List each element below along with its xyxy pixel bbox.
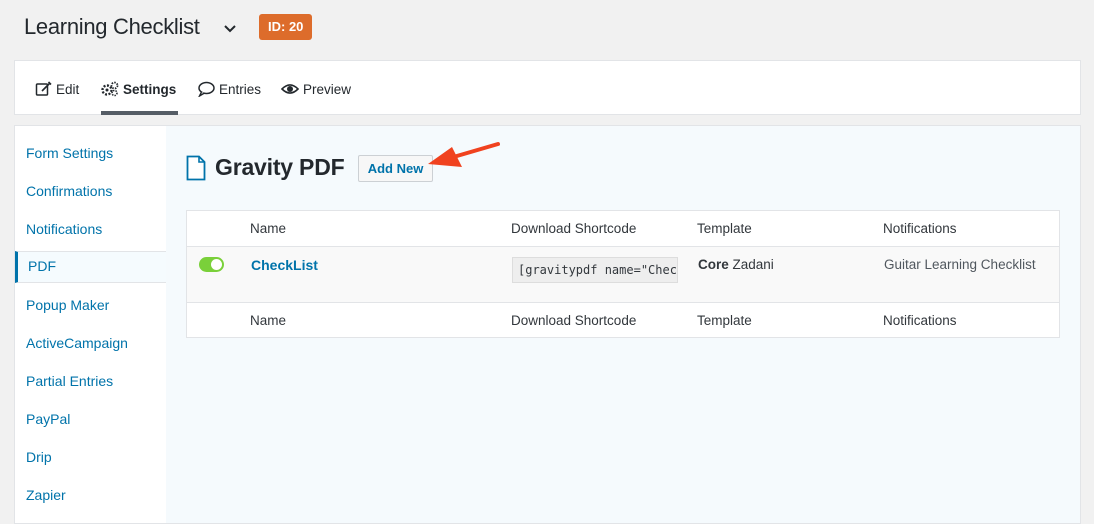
edit-icon [35,81,52,96]
column-header-notifications: Notifications [883,221,957,236]
sidebar-item-confirmations[interactable]: Confirmations [26,181,112,201]
sidebar-item-label: PDF [28,258,56,274]
column-footer-notifications: Notifications [883,313,957,328]
tab-entries[interactable]: Entries [197,81,261,97]
tab-edit[interactable]: Edit [35,81,79,97]
eye-icon [281,84,299,94]
sidebar-item-activecampaign[interactable]: ActiveCampaign [26,333,128,353]
comment-icon [198,81,215,97]
column-footer-shortcode: Download Shortcode [511,313,637,328]
red-arrow-annotation [428,142,500,167]
column-header-shortcode: Download Shortcode [511,221,637,236]
gears-icon [101,81,119,97]
template-name: Zadani [732,257,774,272]
column-header-template: Template [697,221,752,236]
document-icon [186,155,206,181]
tab-label: Settings [123,81,177,97]
tab-preview[interactable]: Preview [281,81,351,97]
column-header-name: Name [250,221,287,236]
pdf-name-link[interactable]: CheckList [251,257,318,273]
chevron-down-icon[interactable] [222,20,238,36]
sidebar-item-partial-entries[interactable]: Partial Entries [26,371,113,391]
form-tabs: Edit Settings Entries Preview [14,60,1081,115]
table-row: CheckList [gravitypdf name="CheckList" C… [187,247,1059,303]
column-footer-name: Name [250,313,287,328]
form-title[interactable]: Learning Checklist [24,14,200,40]
pdf-active-toggle[interactable] [199,257,224,272]
settings-sidebar: Form Settings Confirmations Notification… [14,125,181,524]
tab-label: Edit [56,81,80,97]
table-footer: Name Download Shortcode Template Notific… [187,303,1059,338]
template-group: Core [698,257,729,272]
sidebar-item-drip[interactable]: Drip [26,447,52,467]
table-header: Name Download Shortcode Template Notific… [187,211,1059,247]
sidebar-item-form-settings[interactable]: Form Settings [26,143,113,163]
sidebar-item-popup-maker[interactable]: Popup Maker [26,295,109,315]
sidebar-item-paypal[interactable]: PayPal [26,409,70,429]
sidebar-item-pdf[interactable]: PDF [15,251,181,283]
column-footer-template: Template [697,313,752,328]
sidebar-item-zapier[interactable]: Zapier [26,485,66,505]
notifications-cell: Guitar Learning Checklist [884,257,1036,272]
tab-settings[interactable]: Settings [101,81,176,97]
tab-label: Preview [303,81,352,97]
page-header: Learning Checklist ID: 20 [0,0,1094,58]
sidebar-item-notifications[interactable]: Notifications [26,219,102,239]
template-cell: Core Zadani [698,257,774,272]
shortcode-field[interactable]: [gravitypdf name="CheckList" [512,257,678,283]
page-title: Gravity PDF [215,154,345,180]
form-id-badge: ID: 20 [259,14,313,40]
active-tab-indicator [101,111,178,115]
pdf-list-table: Name Download Shortcode Template Notific… [186,210,1060,338]
tab-label: Entries [219,81,262,97]
